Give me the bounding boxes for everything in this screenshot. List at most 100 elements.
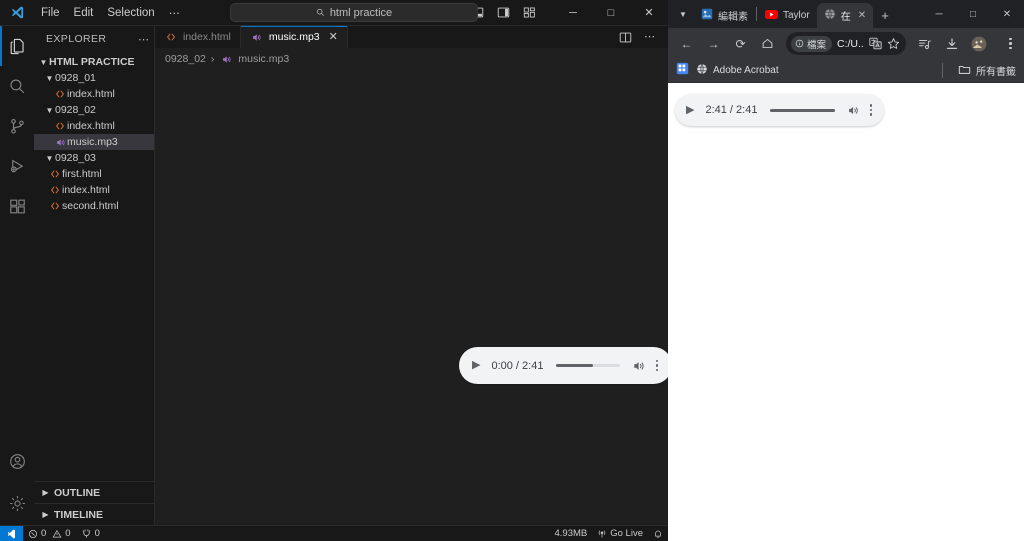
downloads-button[interactable] (939, 31, 964, 56)
menu-edit[interactable]: Edit (67, 4, 101, 22)
customize-layout-icon[interactable] (523, 6, 536, 19)
play-button[interactable]: ▶ (686, 104, 694, 116)
vscode-titlebar-right: ─ □ ✕ (445, 0, 668, 26)
more-actions-icon[interactable]: ⋯ (644, 31, 656, 43)
all-bookmarks-button[interactable]: 所有書籤 (958, 63, 1016, 79)
vscode-minimize-button[interactable]: ─ (554, 0, 592, 26)
tree-label: music.mp3 (67, 136, 118, 148)
tree-file-index-html-1[interactable]: index.html (34, 86, 154, 102)
activitybar-item-source-control[interactable] (0, 106, 34, 146)
tree-file-index-html-3[interactable]: index.html (34, 182, 154, 198)
more-vertical-icon[interactable] (869, 104, 872, 116)
tree-folder-0928-01[interactable]: ▼ 0928_01 (34, 70, 154, 86)
vscode-close-button[interactable]: ✕ (630, 0, 668, 26)
vscode-audio-player[interactable]: ▶ 0:00 / 2:41 (459, 347, 672, 384)
html-file-icon (53, 121, 67, 131)
tree-label: index.html (67, 120, 115, 132)
vscode-maximize-button[interactable]: □ (592, 0, 630, 26)
activitybar-item-settings[interactable] (0, 481, 34, 525)
remote-window-indicator[interactable] (0, 525, 23, 541)
audio-progress-slider[interactable] (770, 108, 835, 112)
close-icon[interactable]: ✕ (329, 31, 338, 43)
tree-folder-0928-03[interactable]: ▼ 0928_03 (34, 150, 154, 166)
status-notifications[interactable] (648, 526, 668, 541)
media-control-button[interactable] (912, 31, 937, 56)
tree-file-index-html-2[interactable]: index.html (34, 118, 154, 134)
tree-root-html-practice[interactable]: ▼ HTML PRACTICE (34, 54, 154, 70)
browser-back-button[interactable]: ← (674, 31, 699, 56)
account-icon (9, 453, 25, 469)
split-editor-icon[interactable] (619, 31, 632, 44)
breadcrumb-file[interactable]: music.mp3 (238, 53, 289, 65)
close-icon[interactable]: ✕ (858, 10, 866, 21)
status-go-live[interactable]: Go Live (592, 526, 648, 541)
youtube-icon (765, 8, 778, 24)
browser-tab-active-local[interactable]: 在 ✕ (816, 3, 874, 28)
sidebar-section-timeline[interactable]: ▶ TIMELINE (34, 503, 154, 525)
address-bar[interactable]: 檔案 C:/U... (786, 32, 906, 55)
error-count: 0 (41, 528, 47, 539)
menu-more[interactable]: ⋯ (162, 3, 188, 23)
file-scheme-badge[interactable]: 檔案 (791, 35, 833, 52)
activitybar-item-accounts[interactable] (0, 441, 34, 481)
three-dot-menu-icon[interactable] (993, 31, 1018, 56)
volume-on-icon[interactable] (847, 104, 860, 117)
browser-home-button[interactable] (755, 31, 780, 56)
browser-minimize-button[interactable]: ─ (922, 0, 956, 28)
profile-avatar-icon[interactable] (966, 31, 991, 56)
audio-time-display: 2:41 / 2:41 (705, 104, 758, 116)
vscode-menu-bar[interactable]: File Edit Selection ⋯ (34, 3, 187, 23)
browser-audio-player[interactable]: ▶ 2:41 / 2:41 (675, 94, 884, 126)
editor-area: index.html music.mp3 ✕ ⋯ 0928_02 › music… (155, 26, 672, 525)
status-file-size[interactable]: 4.93MB (550, 526, 593, 541)
browser-maximize-button[interactable]: □ (956, 0, 990, 28)
activitybar-item-extensions[interactable] (0, 186, 34, 226)
status-problems[interactable]: 0 0 (23, 526, 76, 541)
error-icon (28, 529, 38, 538)
editor-tab-index-html[interactable]: index.html (155, 26, 241, 48)
star-icon[interactable] (887, 37, 900, 50)
new-tab-button[interactable]: + (873, 3, 897, 28)
more-vertical-icon[interactable] (655, 359, 658, 372)
bookmark-adobe-acrobat[interactable]: Adobe Acrobat (696, 63, 779, 78)
activitybar-item-search[interactable] (0, 66, 34, 106)
chevron-down-icon: ▼ (45, 73, 54, 83)
toggle-secondary-sidebar-icon[interactable] (497, 6, 510, 19)
chevron-down-icon: ▼ (39, 57, 48, 67)
menu-selection[interactable]: Selection (100, 4, 161, 22)
tree-file-music-mp3[interactable]: music.mp3 (34, 134, 154, 150)
bookmarks-separator (942, 63, 943, 78)
chevron-down-icon: ▼ (45, 105, 54, 115)
tab-search-icon[interactable]: ▼ (672, 0, 694, 28)
tree-label: 0928_03 (55, 152, 96, 164)
browser-reload-button[interactable]: ⟳ (728, 31, 753, 56)
browser-close-button[interactable]: ✕ (990, 0, 1024, 28)
browser-toolbar: ← → ⟳ 檔案 C:/U... (668, 28, 1024, 59)
browser-tab-youtube[interactable]: Taylor (758, 3, 817, 28)
breadcrumb: 0928_02 › music.mp3 (155, 48, 668, 70)
vscode-body: EXPLORER ⋯ ▼ HTML PRACTICE ▼ 0928_01 ind… (0, 26, 672, 525)
explorer-more-actions[interactable]: ⋯ (138, 33, 150, 46)
play-button[interactable]: ▶ (472, 360, 480, 371)
menu-file[interactable]: File (34, 4, 67, 22)
editor-tab-music-mp3[interactable]: music.mp3 ✕ (240, 26, 348, 48)
activitybar-item-run-debug[interactable] (0, 146, 34, 186)
volume-on-icon[interactable] (632, 359, 646, 373)
browser-page-content: ▶ 2:41 / 2:41 (668, 83, 1024, 541)
sidebar-section-outline[interactable]: ▶ OUTLINE (34, 481, 154, 503)
browser-tab-editor[interactable]: 編輯素 (694, 3, 755, 28)
audio-progress-fill (770, 108, 835, 112)
audio-progress-slider[interactable] (556, 364, 620, 367)
tree-file-first-html[interactable]: first.html (34, 166, 154, 182)
bookmark-label: Adobe Acrobat (713, 65, 779, 76)
status-ports[interactable]: 0 (76, 526, 105, 541)
translate-icon[interactable] (869, 37, 882, 50)
vscode-title-bar: File Edit Selection ⋯ ← → html practice (0, 0, 668, 26)
activitybar-item-explorer[interactable] (0, 26, 34, 66)
browser-forward-button[interactable]: → (701, 31, 726, 56)
tree-folder-0928-02[interactable]: ▼ 0928_02 (34, 102, 154, 118)
command-center-search[interactable]: html practice (230, 3, 478, 22)
tree-file-second-html[interactable]: second.html (34, 198, 154, 214)
apps-grid-icon[interactable] (676, 62, 689, 80)
breadcrumb-folder[interactable]: 0928_02 (165, 53, 206, 65)
